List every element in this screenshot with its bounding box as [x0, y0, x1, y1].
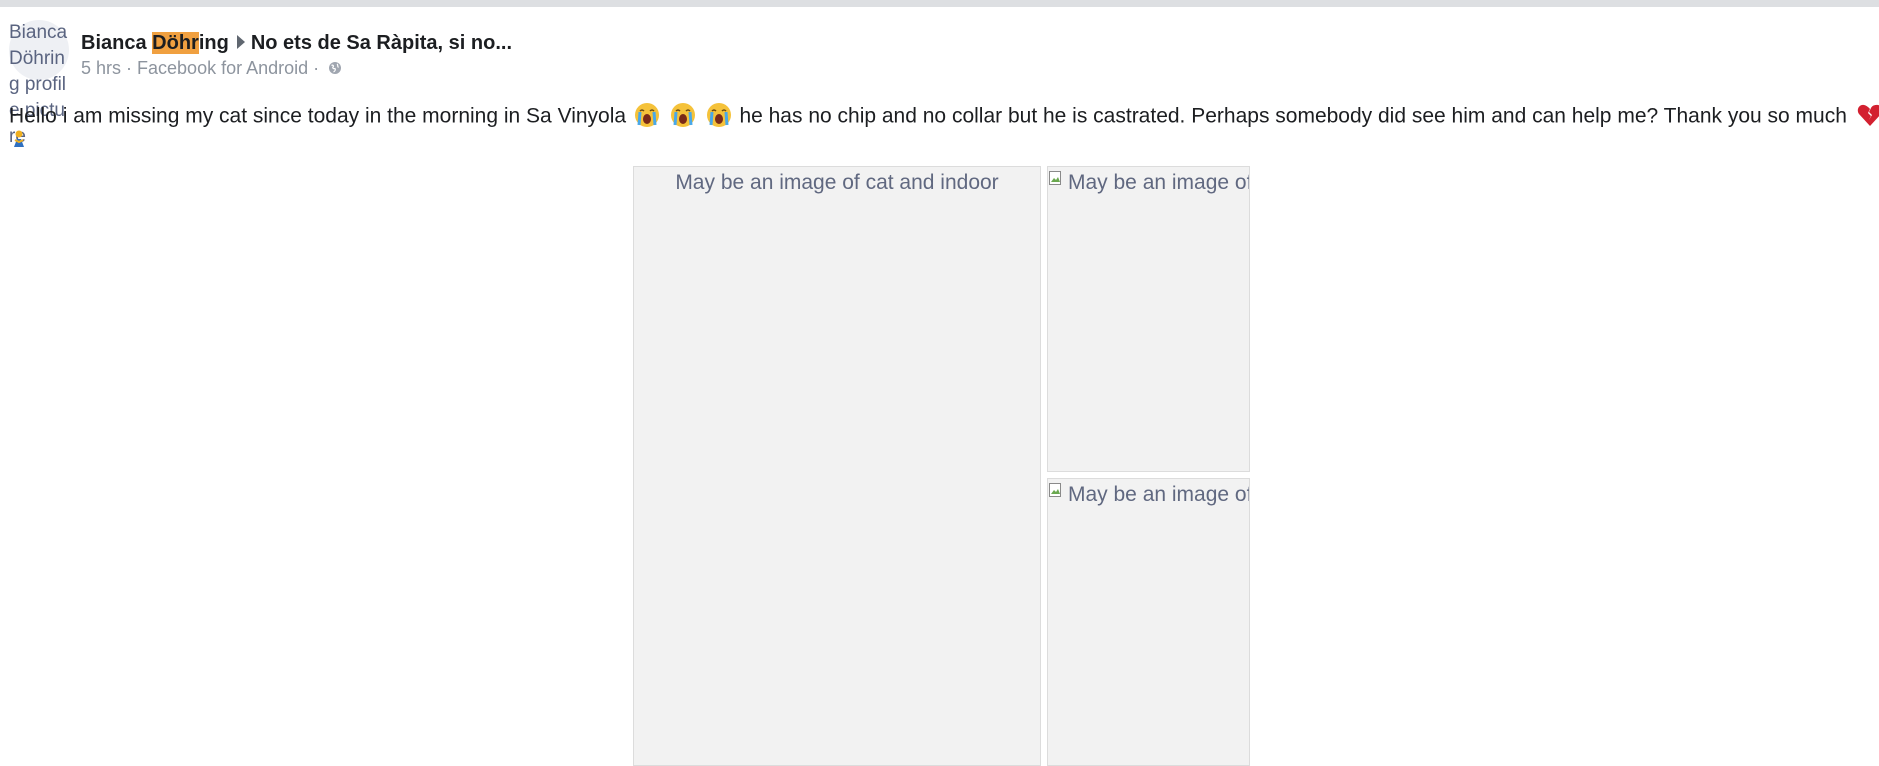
broken-heart-icon	[1857, 104, 1879, 126]
photo-main[interactable]: May be an image of cat and indoor	[633, 166, 1041, 766]
broken-image-icon	[1049, 171, 1061, 185]
photo-alt-text: May be an image of cat	[1068, 483, 1249, 506]
avatar[interactable]: Bianca Döhring profile picture	[9, 20, 69, 147]
author-name[interactable]: Bianca Döhring	[81, 32, 229, 54]
person-icon	[14, 130, 24, 147]
post-header: Bianca Döhring No ets de Sa Ràpita, si no…	[81, 32, 512, 55]
loudly-crying-face-icon	[706, 103, 731, 127]
photo-secondary[interactable]: May be an image of cat	[1047, 166, 1250, 472]
photo-alt-text: May be an image of cat	[1068, 171, 1249, 194]
broken-image-icon	[1049, 483, 1061, 497]
loudly-crying-face-icon	[634, 103, 659, 127]
post-source: Facebook for Android	[137, 58, 309, 78]
author-name-part: ing	[198, 32, 229, 54]
post-text-part: he has no chip and no collar but he is c…	[739, 104, 1847, 128]
group-name-link[interactable]: No ets de Sa Ràpita, si no...	[251, 32, 512, 54]
photo-alt-text: May be an image of cat and indoor	[675, 171, 999, 194]
post-message: Hello i am missing my cat since today in…	[9, 102, 1879, 132]
globe-icon[interactable]	[328, 61, 342, 75]
author-name-part: Bianca	[81, 32, 153, 54]
loudly-crying-face-icon	[670, 103, 695, 127]
post-timestamp[interactable]: 5 hrs	[81, 58, 121, 78]
post-text-part: Hello i am missing my cat since today in…	[9, 104, 627, 128]
triangle-right-icon	[236, 35, 245, 50]
meta-separator: ·	[121, 58, 138, 78]
photo-tertiary[interactable]: May be an image of cat	[1047, 478, 1250, 766]
top-divider	[0, 0, 1879, 7]
meta-separator: ·	[308, 58, 325, 78]
post-meta: 5 hrs · Facebook for Android ·	[81, 58, 342, 79]
search-highlight: Döhr	[152, 32, 199, 54]
